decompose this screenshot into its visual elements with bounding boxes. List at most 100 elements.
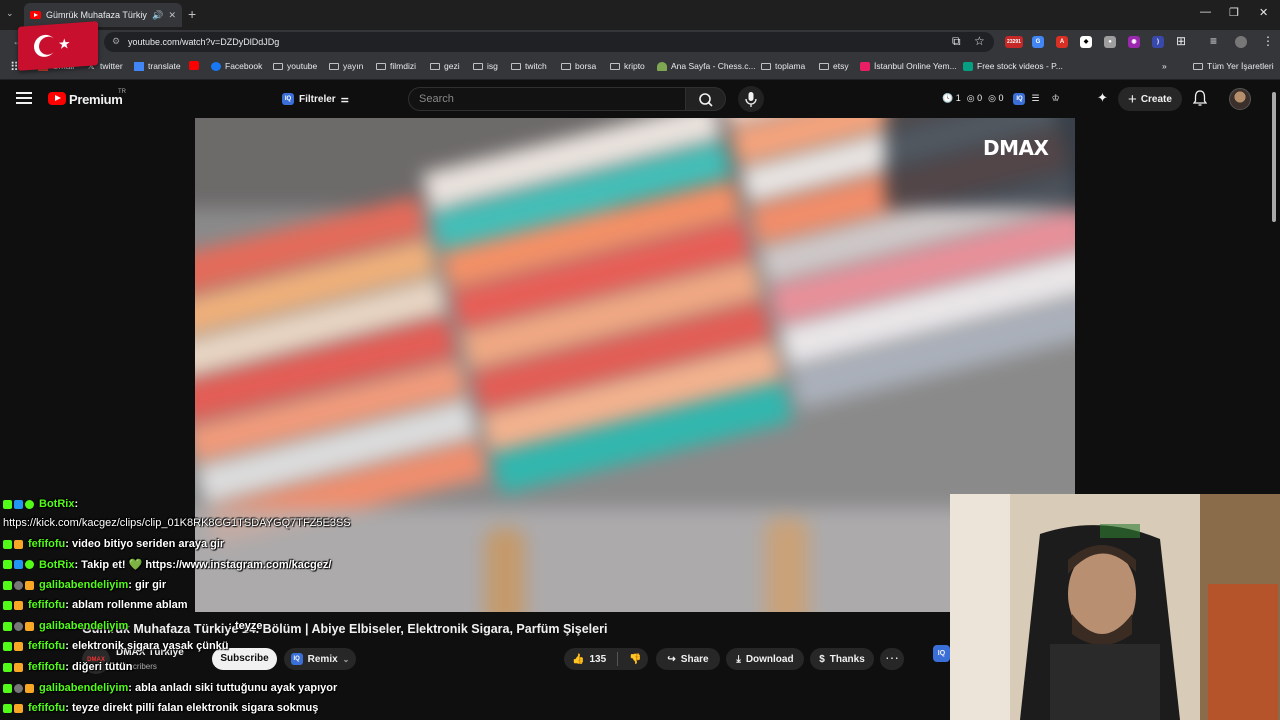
bookmark-kripto-folder[interactable]: kripto <box>610 61 645 71</box>
account-avatar[interactable] <box>1229 88 1251 110</box>
iq-ext-icon[interactable]: IQ <box>1013 93 1026 105</box>
search-button[interactable] <box>686 87 726 111</box>
bookmark-star-icon[interactable]: ☆ <box>974 34 985 48</box>
bookmarks-bar: ⠿ Gmail 𝕏twitter translate Facebook yout… <box>0 54 1280 80</box>
chat-message: galibabendeliyim : teyze <box>3 620 263 632</box>
install-app-icon[interactable]: ⧉ <box>952 34 961 49</box>
divider <box>617 652 619 666</box>
notifications-bell-icon[interactable] <box>1193 90 1207 106</box>
folder-icon <box>430 63 440 70</box>
kick-badge-icon <box>3 539 12 549</box>
verified-badge-icon <box>25 499 34 509</box>
sparkle-icon[interactable]: ✦ <box>1097 90 1108 106</box>
close-window-icon[interactable]: ✕ <box>1259 6 1268 19</box>
browser-tab[interactable]: Gümrük Muhafaza Türkiye 🔊 ✕ <box>24 3 182 27</box>
share-icon: ↪ <box>667 653 676 665</box>
verified-badge-icon <box>25 560 34 569</box>
video-frame-image <box>195 118 1075 612</box>
youtube-premium-logo[interactable]: Premium <box>69 92 123 107</box>
list-icon[interactable]: ☰ <box>1031 93 1039 105</box>
profile-icon[interactable] <box>1235 36 1247 48</box>
share-button[interactable]: ↪ Share <box>656 648 720 670</box>
bookmark-translate[interactable]: translate <box>134 61 181 71</box>
bookmark-etsy-folder[interactable]: etsy <box>819 61 849 71</box>
youtube-logo-icon[interactable] <box>48 92 66 105</box>
chat-username: BotRix <box>39 498 75 510</box>
sub-badge-icon <box>14 600 23 610</box>
chat-message: fefifofu : video bitiyo seriden araya gi… <box>3 538 224 550</box>
all-bookmarks[interactable]: Tüm Yer İşaretleri <box>1193 61 1274 71</box>
iq-side-badge[interactable]: IQ <box>933 645 950 662</box>
restore-icon[interactable]: ❐ <box>1229 6 1239 19</box>
bookmark-isg-folder[interactable]: isg <box>473 61 498 71</box>
address-bar[interactable]: ⚙ youtube.com/watch?v=DZDyDlDdJDg <box>104 32 994 52</box>
bookmark-chess[interactable]: Ana Sayfa - Chess.c... <box>657 61 756 71</box>
minimize-icon[interactable]: — <box>1200 6 1211 18</box>
folder-icon <box>511 63 521 70</box>
bookmark-yayin-folder[interactable]: yayın <box>329 61 363 71</box>
iq-icon: IQ <box>282 93 294 105</box>
bookmark-youtube-folder[interactable]: youtube <box>273 61 317 71</box>
ext-icon-7[interactable]: ) <box>1152 36 1164 48</box>
chat-username: galibabendeliyim <box>39 620 129 632</box>
audio-icon[interactable]: 🔊 <box>152 10 163 21</box>
thanks-button[interactable]: $ Thanks <box>810 648 874 670</box>
thanks-icon: $ <box>819 653 825 665</box>
search-icon <box>699 93 713 107</box>
hamburger-menu-icon[interactable] <box>16 92 32 104</box>
ext-icon-5[interactable]: ● <box>1104 36 1116 48</box>
kick-badge-icon <box>3 662 12 672</box>
bookmarks-overflow-icon[interactable]: » <box>1162 61 1167 71</box>
more-actions-button[interactable]: ··· <box>880 648 904 670</box>
bookmark-pexels[interactable]: Free stock videos - P... <box>963 61 1063 71</box>
trophy-icon[interactable]: ♔ <box>1052 93 1060 105</box>
voice-search-button[interactable] <box>738 86 764 112</box>
create-button[interactable]: + Create <box>1118 87 1182 111</box>
adblock-ext-icon[interactable]: A <box>1056 36 1068 48</box>
bookmark-filmdizi-folder[interactable]: filmdizi <box>376 61 416 71</box>
download-button[interactable]: ⤓ Download <box>726 648 804 670</box>
extensions-puzzle-icon[interactable]: ⊞ <box>1176 34 1186 48</box>
tab-search-icon[interactable]: ⌄ <box>6 8 14 19</box>
bookmark-yemeksepeti[interactable]: İstanbul Online Yem... <box>860 61 957 71</box>
dmax-watermark: DMAX <box>983 136 1049 160</box>
browser-menu-icon[interactable]: ⋮ <box>1262 34 1274 48</box>
translate-ext-icon[interactable]: G <box>1032 36 1044 48</box>
filters-button[interactable]: IQ Filtreler ⚌ <box>282 89 349 109</box>
chat-username: fefifofu <box>28 702 66 714</box>
microphone-icon <box>745 92 757 107</box>
bookmark-borsa-folder[interactable]: borsa <box>561 61 596 71</box>
like-button[interactable]: 👍 135 <box>572 654 606 665</box>
chat-message: BotRix : Takip et! 💚 https://www.instagr… <box>3 558 331 571</box>
media-controls-icon[interactable]: ≡ <box>1210 34 1217 48</box>
bookmark-youtube-red[interactable] <box>189 61 203 70</box>
bookmark-twitch-folder[interactable]: twitch <box>511 61 547 71</box>
chat-text: : teyze direkt pilli falan elektronik si… <box>65 702 319 714</box>
tab-title: Gümrük Muhafaza Türkiye <box>46 10 148 20</box>
remix-button[interactable]: IQ Remix ⌄ <box>284 648 356 670</box>
bookmark-toplama-folder[interactable]: toplama <box>761 61 805 71</box>
chat-username: fefifofu <box>28 538 66 550</box>
site-info-icon[interactable]: ⚙ <box>112 36 120 47</box>
search-input[interactable]: Search <box>408 87 686 111</box>
ext-icon-6[interactable]: ◉ <box>1128 36 1140 48</box>
bookmark-gezi-folder[interactable]: gezi <box>430 61 460 71</box>
iq-remix-icon: IQ <box>290 653 303 665</box>
kick-badge-icon <box>3 703 12 713</box>
chat-message: fefifofu : ablam rollenme ablam <box>3 599 188 611</box>
chat-message: fefifofu : elektronik sigara yasak çünkü <box>3 640 229 652</box>
new-tab-icon[interactable]: + <box>188 6 196 22</box>
extension-badge[interactable]: 23291 <box>1005 36 1023 48</box>
video-player[interactable]: DMAX <box>195 118 1075 612</box>
folder-icon <box>1193 63 1203 70</box>
eye-stat: ◎ 0 <box>966 93 983 103</box>
dislike-button[interactable]: 👎 <box>629 654 641 665</box>
sliders-icon: ⚌ <box>340 93 349 104</box>
close-tab-icon[interactable]: ✕ <box>168 10 176 21</box>
bookmark-facebook[interactable]: Facebook <box>211 61 262 71</box>
turkish-flag-overlay: ★ <box>18 21 98 71</box>
page-scrollbar[interactable] <box>1272 92 1276 222</box>
kick-badge-icon <box>3 499 12 509</box>
diamond-ext-icon[interactable]: ◆ <box>1080 36 1092 48</box>
webcam-image <box>950 494 1280 720</box>
